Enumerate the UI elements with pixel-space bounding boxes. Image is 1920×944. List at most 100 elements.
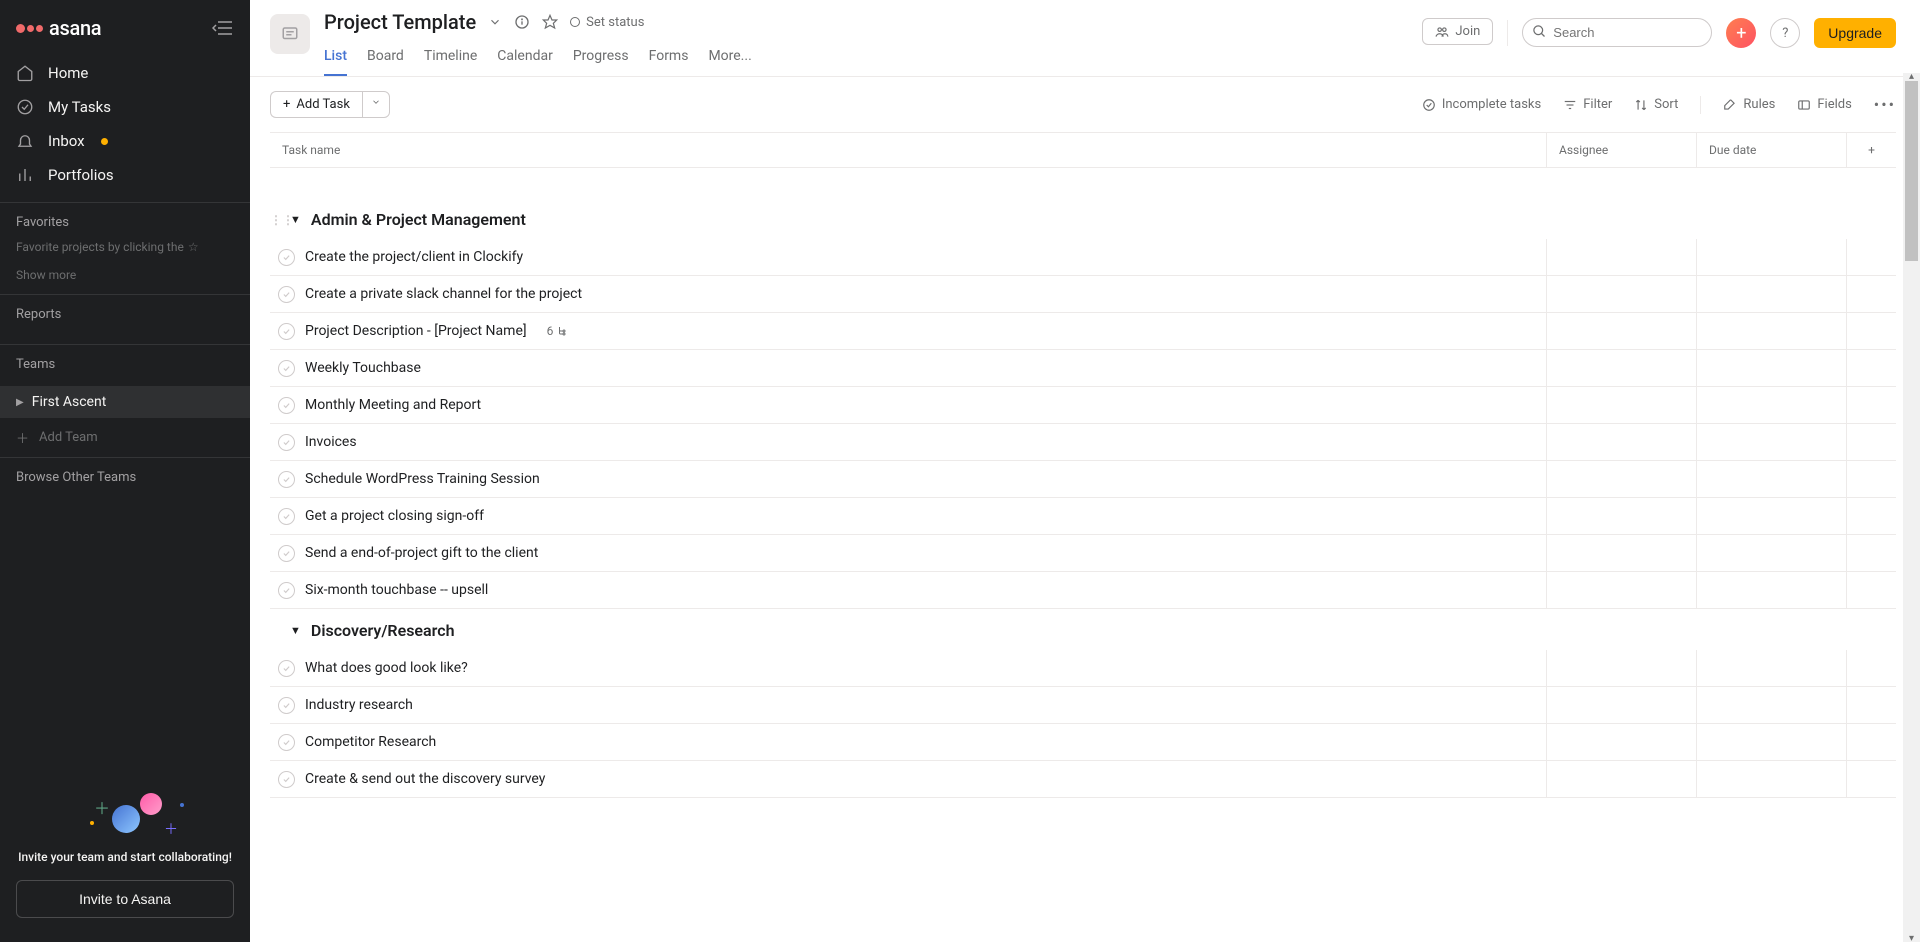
more-icon[interactable]: ••• bbox=[1874, 95, 1896, 114]
task-due-cell[interactable] bbox=[1696, 276, 1846, 312]
task-main[interactable]: Create a private slack channel for the p… bbox=[270, 277, 1546, 312]
task-due-cell[interactable] bbox=[1696, 387, 1846, 423]
task-main[interactable]: Weekly Touchbase bbox=[270, 351, 1546, 386]
nav-mytasks[interactable]: My Tasks bbox=[0, 90, 250, 124]
task-row[interactable]: Six-month touchbase -- upsell bbox=[270, 572, 1896, 609]
task-due-cell[interactable] bbox=[1696, 313, 1846, 349]
task-due-cell[interactable] bbox=[1696, 687, 1846, 723]
task-row[interactable]: Get a project closing sign-off bbox=[270, 498, 1896, 535]
complete-toggle[interactable] bbox=[278, 249, 295, 266]
chevron-down-icon[interactable]: ▼ bbox=[290, 624, 301, 637]
task-assignee-cell[interactable] bbox=[1546, 387, 1696, 423]
task-due-cell[interactable] bbox=[1696, 650, 1846, 686]
team-item-first-ascent[interactable]: ▶ First Ascent bbox=[0, 386, 250, 418]
task-main[interactable]: Invoices bbox=[270, 425, 1546, 460]
favorites-show-more[interactable]: Show more bbox=[16, 268, 234, 282]
task-due-cell[interactable] bbox=[1696, 461, 1846, 497]
task-assignee-cell[interactable] bbox=[1546, 535, 1696, 571]
tab-board[interactable]: Board bbox=[367, 42, 404, 76]
tab-calendar[interactable]: Calendar bbox=[497, 42, 553, 76]
task-assignee-cell[interactable] bbox=[1546, 424, 1696, 460]
tab-more[interactable]: More... bbox=[708, 42, 751, 76]
collapse-sidebar-icon[interactable] bbox=[212, 20, 234, 36]
task-row[interactable]: Schedule WordPress Training Session bbox=[270, 461, 1896, 498]
complete-toggle[interactable] bbox=[278, 582, 295, 599]
tab-list[interactable]: List bbox=[324, 42, 347, 76]
task-row[interactable]: Competitor Research bbox=[270, 724, 1896, 761]
complete-toggle[interactable] bbox=[278, 360, 295, 377]
task-assignee-cell[interactable] bbox=[1546, 761, 1696, 797]
section-header[interactable]: ⋮⋮▼Discovery/Research bbox=[270, 609, 1896, 650]
task-main[interactable]: Monthly Meeting and Report bbox=[270, 388, 1546, 423]
task-main[interactable]: Get a project closing sign-off bbox=[270, 499, 1546, 534]
task-due-cell[interactable] bbox=[1696, 535, 1846, 571]
task-due-cell[interactable] bbox=[1696, 724, 1846, 760]
complete-toggle[interactable] bbox=[278, 771, 295, 788]
star-icon[interactable] bbox=[542, 14, 558, 30]
invite-button[interactable]: Invite to Asana bbox=[16, 880, 234, 918]
task-main[interactable]: Six-month touchbase -- upsell bbox=[270, 573, 1546, 608]
filter-button[interactable]: Filter bbox=[1563, 97, 1612, 112]
add-team-button[interactable]: ＋ Add Team bbox=[0, 418, 250, 457]
rules-button[interactable]: Rules bbox=[1723, 97, 1775, 112]
task-row[interactable]: Create a private slack channel for the p… bbox=[270, 276, 1896, 313]
complete-toggle[interactable] bbox=[278, 286, 295, 303]
task-main[interactable]: Industry research bbox=[270, 688, 1546, 723]
task-due-cell[interactable] bbox=[1696, 761, 1846, 797]
search-input[interactable] bbox=[1522, 18, 1712, 47]
project-title[interactable]: Project Template bbox=[324, 10, 476, 34]
task-main[interactable]: Competitor Research bbox=[270, 725, 1546, 760]
task-assignee-cell[interactable] bbox=[1546, 572, 1696, 608]
task-assignee-cell[interactable] bbox=[1546, 461, 1696, 497]
fields-button[interactable]: Fields bbox=[1797, 97, 1851, 112]
chevron-down-icon[interactable] bbox=[488, 15, 502, 29]
task-assignee-cell[interactable] bbox=[1546, 687, 1696, 723]
nav-portfolios[interactable]: Portfolios bbox=[0, 158, 250, 192]
task-assignee-cell[interactable] bbox=[1546, 724, 1696, 760]
nav-inbox[interactable]: Inbox bbox=[0, 124, 250, 158]
add-task-button[interactable]: + Add Task bbox=[270, 91, 362, 118]
task-due-cell[interactable] bbox=[1696, 350, 1846, 386]
task-assignee-cell[interactable] bbox=[1546, 498, 1696, 534]
task-assignee-cell[interactable] bbox=[1546, 650, 1696, 686]
task-row[interactable]: Industry research bbox=[270, 687, 1896, 724]
join-button[interactable]: Join bbox=[1422, 18, 1493, 45]
task-main[interactable]: Create & send out the discovery survey bbox=[270, 762, 1546, 797]
help-button[interactable]: ? bbox=[1770, 18, 1800, 48]
upgrade-button[interactable]: Upgrade bbox=[1814, 18, 1896, 48]
task-row[interactable]: Send a end-of-project gift to the client bbox=[270, 535, 1896, 572]
task-main[interactable]: Project Description - [Project Name]6 bbox=[270, 314, 1546, 349]
complete-toggle[interactable] bbox=[278, 697, 295, 714]
task-row[interactable]: Monthly Meeting and Report bbox=[270, 387, 1896, 424]
task-assignee-cell[interactable] bbox=[1546, 313, 1696, 349]
task-row[interactable]: Weekly Touchbase bbox=[270, 350, 1896, 387]
task-assignee-cell[interactable] bbox=[1546, 239, 1696, 275]
project-icon[interactable] bbox=[270, 14, 310, 54]
complete-toggle[interactable] bbox=[278, 397, 295, 414]
tab-progress[interactable]: Progress bbox=[573, 42, 629, 76]
task-assignee-cell[interactable] bbox=[1546, 276, 1696, 312]
complete-toggle[interactable] bbox=[278, 660, 295, 677]
reports-section[interactable]: Reports bbox=[0, 295, 250, 344]
search-box[interactable] bbox=[1522, 18, 1712, 47]
add-column-button[interactable]: + bbox=[1846, 133, 1896, 167]
section-header[interactable]: ⋮⋮▼Admin & Project Management bbox=[270, 198, 1896, 239]
complete-toggle[interactable] bbox=[278, 545, 295, 562]
global-add-button[interactable]: + bbox=[1726, 18, 1756, 48]
nav-home[interactable]: Home bbox=[0, 56, 250, 90]
task-due-cell[interactable] bbox=[1696, 572, 1846, 608]
logo[interactable]: asana bbox=[16, 16, 101, 40]
task-row[interactable]: What does good look like? bbox=[270, 650, 1896, 687]
complete-toggle[interactable] bbox=[278, 434, 295, 451]
incomplete-tasks-filter[interactable]: Incomplete tasks bbox=[1422, 97, 1541, 112]
task-row[interactable]: Invoices bbox=[270, 424, 1896, 461]
task-row[interactable]: Create & send out the discovery survey bbox=[270, 761, 1896, 798]
complete-toggle[interactable] bbox=[278, 734, 295, 751]
task-main[interactable]: What does good look like? bbox=[270, 651, 1546, 686]
drag-handle-icon[interactable]: ⋮⋮ bbox=[270, 213, 280, 227]
sort-button[interactable]: Sort bbox=[1634, 97, 1678, 112]
task-row[interactable]: Create the project/client in Clockify bbox=[270, 239, 1896, 276]
task-main[interactable]: Create the project/client in Clockify bbox=[270, 240, 1546, 275]
complete-toggle[interactable] bbox=[278, 471, 295, 488]
task-due-cell[interactable] bbox=[1696, 424, 1846, 460]
